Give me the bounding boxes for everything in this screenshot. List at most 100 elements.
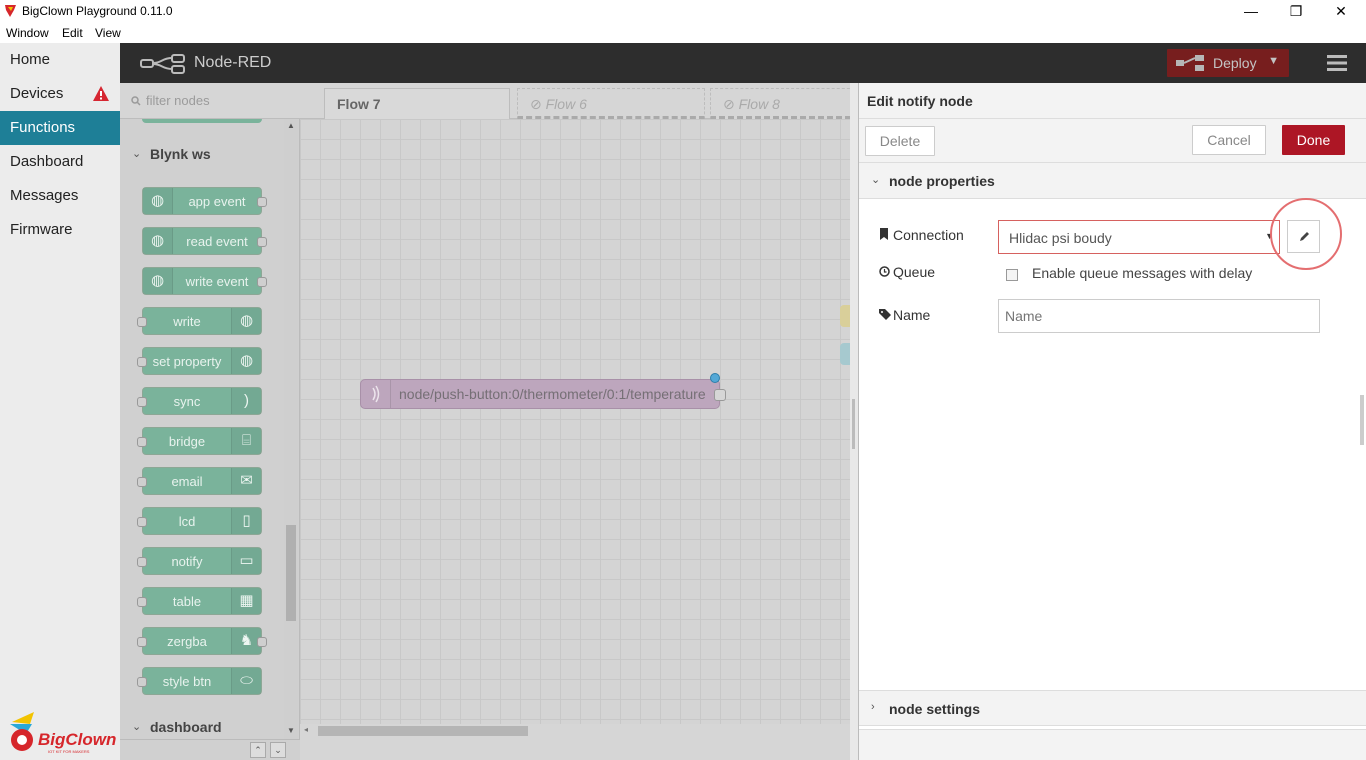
- collapse-all-button[interactable]: ⌃: [250, 742, 266, 758]
- chevron-down-icon: ⌄: [132, 148, 142, 160]
- nodered-header: Node-RED Deploy ▼: [120, 43, 1366, 83]
- nav-item-functions[interactable]: Functions: [0, 111, 120, 145]
- palette-node-app-event[interactable]: ◍ app event: [142, 187, 267, 215]
- queue-label-text: Queue: [893, 264, 936, 280]
- queue-checkbox[interactable]: [1006, 269, 1018, 281]
- palette-node-label: app event: [188, 194, 246, 209]
- scroll-left-arrow-icon[interactable]: ◂: [304, 725, 308, 734]
- flow-node-partial[interactable]: [840, 343, 850, 365]
- input-port: [137, 597, 147, 607]
- palette-scrollbar[interactable]: [284, 119, 298, 739]
- palette-category-blynk[interactable]: ⌄ Blynk ws: [120, 138, 282, 170]
- tab-label: Flow 6: [545, 96, 587, 112]
- tab-flow-6[interactable]: ⊘ Flow 6: [517, 88, 705, 119]
- palette-node-table[interactable]: ▦ table: [137, 587, 262, 615]
- input-port: [137, 677, 147, 687]
- palette-node-write-event[interactable]: ◍ write event: [142, 267, 267, 295]
- palette-scroll-thumb[interactable]: [286, 525, 296, 621]
- delete-button[interactable]: Delete: [865, 126, 935, 156]
- connection-label: Connection: [879, 227, 964, 243]
- connection-select[interactable]: Hlidac psi boudy ▼: [998, 220, 1280, 254]
- node-palette: filter nodes ⌄ Blynk ws ◍ app event ◍ read …: [120, 83, 300, 760]
- nav-item-label: Devices: [10, 85, 64, 102]
- queue-checkbox-label[interactable]: Enable queue messages with delay: [1032, 265, 1252, 281]
- tray-title: Edit notify node: [859, 83, 1366, 119]
- palette-node-notify[interactable]: ▭ notify: [137, 547, 262, 575]
- done-button[interactable]: Done: [1282, 125, 1345, 155]
- palette-filter-placeholder: filter nodes: [146, 93, 210, 108]
- expand-all-button[interactable]: ⌄: [270, 742, 286, 758]
- clown-icon: [10, 712, 34, 751]
- palette-node-style-btn[interactable]: ⬭ style btn: [137, 667, 262, 695]
- palette-node-lcd[interactable]: ▯ lcd: [137, 507, 262, 535]
- scroll-down-arrow-icon[interactable]: ▼: [287, 726, 295, 735]
- palette-node-label: read event: [186, 234, 248, 249]
- close-button[interactable]: ✕: [1318, 0, 1364, 23]
- nav-item-label: Messages: [10, 187, 79, 204]
- scroll-up-arrow-icon[interactable]: ▲: [287, 121, 295, 130]
- flow-node-mqtt-in[interactable]: node/push-button:0/thermometer/0:1/tempe…: [360, 373, 726, 409]
- nav-item-label: Dashboard: [10, 153, 84, 170]
- output-port[interactable]: [714, 389, 726, 401]
- palette-category-label: dashboard: [150, 719, 222, 735]
- caret-down-icon[interactable]: ▼: [1268, 55, 1279, 67]
- workspace-hscroll-thumb[interactable]: [318, 726, 528, 736]
- hamburger-menu-icon[interactable]: [1327, 54, 1347, 72]
- workspace-tabs: Flow 7 ⊘ Flow 6 ⊘ Flow 8: [300, 83, 860, 119]
- nav-item-devices[interactable]: Devices: [0, 77, 120, 111]
- disabled-icon: ⊘: [530, 96, 542, 112]
- input-port: [137, 517, 147, 527]
- tray-resize-handle[interactable]: [850, 83, 858, 760]
- tray-footer: [859, 729, 1366, 760]
- deploy-button[interactable]: Deploy ▼: [1167, 49, 1289, 77]
- nav-item-label: Functions: [10, 119, 76, 136]
- deploy-label: Deploy: [1213, 55, 1257, 71]
- cancel-button[interactable]: Cancel: [1192, 125, 1266, 155]
- resize-grip: [852, 399, 855, 449]
- tab-flow-8[interactable]: ⊘ Flow 8: [710, 88, 860, 119]
- name-label-text: Name: [893, 307, 931, 323]
- flow-canvas[interactable]: node/push-button:0/thermometer/0:1/tempe…: [300, 119, 850, 724]
- window-title: BigClown Playground 0.11.0: [22, 4, 173, 18]
- palette-node-read-event[interactable]: ◍ read event: [142, 227, 267, 255]
- palette-category-label: Blynk ws: [150, 146, 211, 162]
- nav-item-messages[interactable]: Messages: [0, 179, 120, 213]
- palette-node-label: sync: [173, 394, 201, 409]
- menu-window[interactable]: Window: [6, 26, 49, 40]
- warning-icon: [93, 86, 109, 101]
- tab-label: Flow 7: [337, 96, 381, 112]
- section-node-settings[interactable]: › node settings: [859, 690, 1366, 726]
- input-port: [137, 477, 147, 487]
- search-icon: [131, 96, 141, 106]
- minimize-button[interactable]: —: [1228, 0, 1274, 23]
- palette-node-email[interactable]: ✉ email: [137, 467, 262, 495]
- logo-text: BigClown: [38, 730, 117, 749]
- workspace-hscrollbar[interactable]: ◂: [300, 724, 850, 738]
- menu-edit[interactable]: Edit: [62, 26, 83, 40]
- window-titlebar: BigClown Playground 0.11.0 — ❐ ✕: [0, 0, 1366, 23]
- output-port: [257, 237, 267, 247]
- palette-node-zergba[interactable]: ♞ zergba: [137, 627, 267, 655]
- nav-item-home[interactable]: Home: [0, 43, 120, 77]
- nav-item-label: Home: [10, 51, 51, 68]
- section-node-properties[interactable]: ⌄ node properties: [859, 163, 1366, 199]
- edit-tray: Edit notify node Delete Cancel Done ⌄ no…: [858, 83, 1366, 760]
- palette-filter[interactable]: filter nodes: [120, 83, 300, 119]
- palette-node-write[interactable]: ◍ write: [137, 307, 262, 335]
- palette-node-sync[interactable]: ) sync: [137, 387, 262, 415]
- queue-label: Queue: [879, 264, 935, 280]
- input-port: [137, 317, 147, 327]
- palette-node-bridge[interactable]: ⌸ bridge: [137, 427, 262, 455]
- restore-button[interactable]: ❐: [1273, 0, 1319, 23]
- name-input[interactable]: [998, 299, 1320, 333]
- deploy-icon: [1176, 55, 1204, 71]
- nav-item-firmware[interactable]: Firmware: [0, 213, 120, 247]
- menu-view[interactable]: View: [95, 26, 121, 40]
- palette-node-label: zergba: [167, 634, 207, 649]
- nav-item-dashboard[interactable]: Dashboard: [0, 145, 120, 179]
- tab-flow-7[interactable]: Flow 7: [324, 88, 510, 119]
- flow-node-label: node/push-button:0/thermometer/0:1/tempe…: [399, 386, 706, 402]
- chevron-right-icon: ›: [871, 701, 875, 713]
- flow-node-partial[interactable]: [840, 305, 850, 327]
- palette-node-set-property[interactable]: ◍ set property: [137, 347, 262, 375]
